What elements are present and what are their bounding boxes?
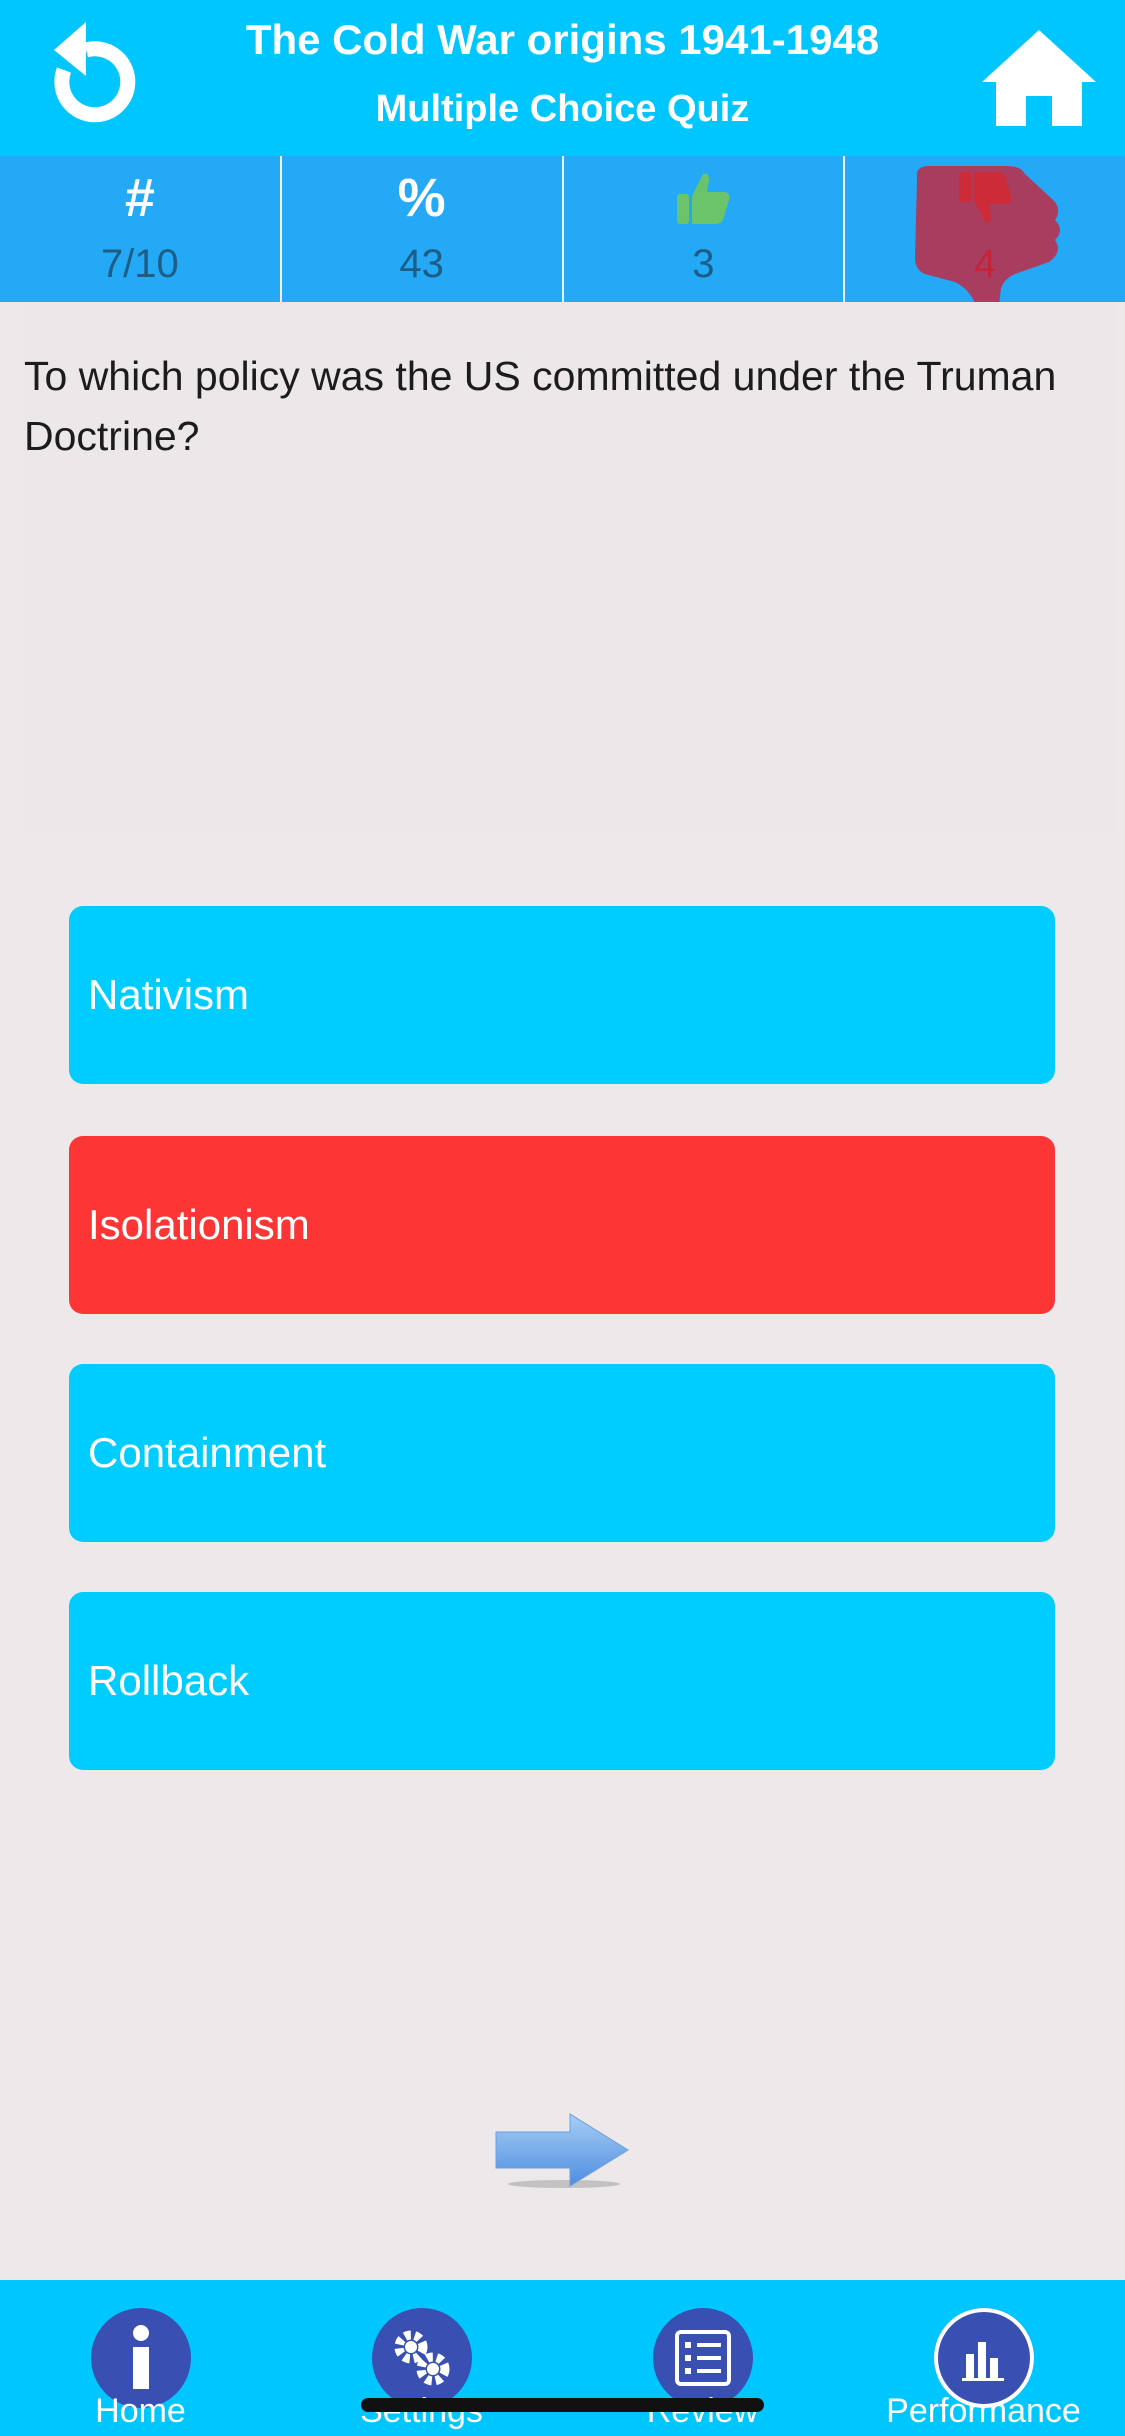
answer-option-3[interactable]: Containment: [69, 1364, 1055, 1542]
stat-question-number: # 7/10: [0, 156, 282, 302]
tab-review[interactable]: Review: [562, 2280, 843, 2436]
header-bar: The Cold War origins 1941-1948 Multiple …: [0, 0, 1125, 156]
percent-icon: %: [397, 168, 446, 228]
question-text: To which policy was the US committed und…: [24, 353, 1057, 459]
answer-option-4[interactable]: Rollback: [69, 1592, 1055, 1770]
thumbs-up-icon: [564, 166, 844, 230]
home-indicator[interactable]: [361, 2398, 764, 2412]
page-title: The Cold War origins 1941-1948: [245, 16, 880, 63]
page-subtitle: Multiple Choice Quiz: [375, 88, 750, 130]
bottom-tab-bar: Home Settings Review: [0, 2280, 1125, 2436]
tab-home[interactable]: Home: [0, 2280, 281, 2436]
percent-score: 43: [399, 242, 444, 286]
answer-option-2[interactable]: Isolationism: [69, 1136, 1055, 1314]
tab-performance-label: Performance: [886, 2392, 1081, 2430]
stat-correct: 3: [564, 156, 846, 302]
answer-option-1[interactable]: Nativism: [69, 906, 1055, 1084]
home-icon[interactable]: [978, 26, 1100, 130]
question-progress: 7/10: [100, 242, 179, 286]
hash-icon: #: [124, 168, 155, 228]
next-arrow-icon[interactable]: [494, 2112, 634, 2190]
correct-count: 3: [692, 242, 715, 286]
tab-performance[interactable]: Performance: [843, 2280, 1124, 2436]
tab-settings[interactable]: Settings: [281, 2280, 562, 2436]
tab-home-label: Home: [95, 2392, 186, 2430]
stat-percent: % 43: [282, 156, 564, 302]
